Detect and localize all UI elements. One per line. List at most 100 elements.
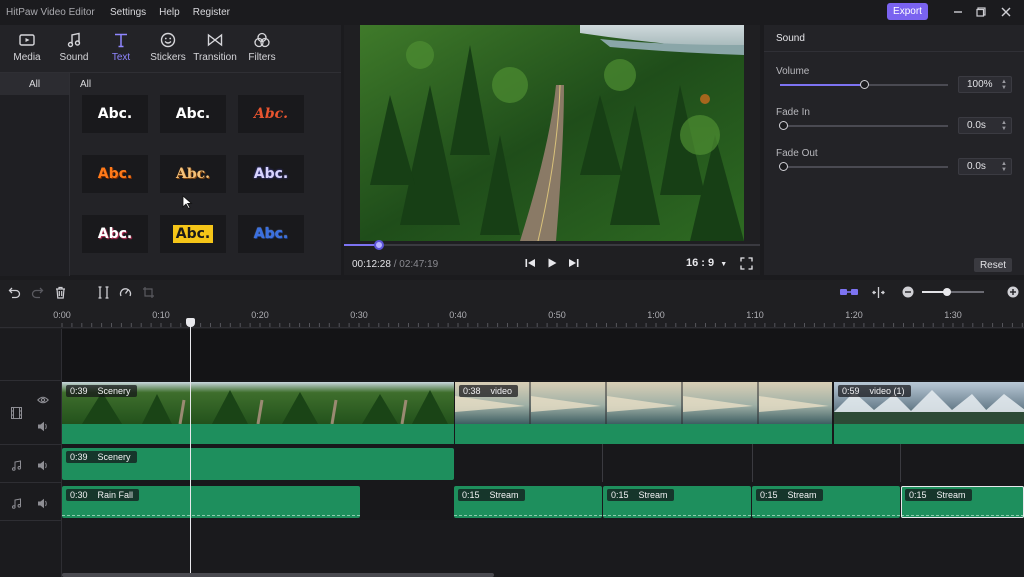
audio-clip[interactable]: 0:30 Rain Fall [62, 486, 360, 518]
tab-media[interactable]: Media [4, 25, 50, 63]
zoom-knob[interactable] [943, 288, 951, 296]
video-preview[interactable] [360, 25, 744, 241]
zoom-slider[interactable] [922, 288, 984, 296]
text-style-tile[interactable]: Abc. [238, 95, 304, 133]
next-frame-icon[interactable] [566, 255, 582, 271]
video-clip[interactable]: 0:38 video [454, 382, 832, 444]
audio-clip-selected[interactable]: 0:15 Stream [901, 486, 1024, 518]
text-style-tile[interactable]: Abc. [238, 215, 304, 253]
timeline-scrollbar[interactable] [62, 573, 494, 577]
text-style-tile[interactable]: Abc. [160, 155, 226, 193]
ruler-label: 0:20 [251, 310, 269, 320]
waveform [901, 512, 1024, 516]
tab-text-label: Text [111, 52, 131, 63]
music-note-icon [10, 459, 22, 471]
fade-in-slider[interactable] [779, 121, 948, 130]
split-icon[interactable] [95, 284, 111, 300]
tab-text[interactable]: Text [98, 25, 144, 63]
audio-track-2: 0:30 Rain Fall 0:15 Stream 0:15 Stream 0:15… [62, 482, 1024, 520]
speaker-icon[interactable] [37, 420, 49, 432]
audio-clip[interactable]: 0:39 Scenery [62, 448, 454, 480]
empty-track-bottom[interactable] [62, 520, 1024, 577]
playhead[interactable] [190, 320, 191, 577]
ruler-label: 1:20 [845, 310, 863, 320]
clip-tag: 0:39 Scenery [66, 451, 137, 463]
text-style-tile[interactable]: Abc. [160, 215, 226, 253]
eye-icon[interactable] [37, 394, 49, 406]
time-ruler[interactable]: 0:00 0:10 0:20 0:30 0:40 0:50 1:00 1:10 … [0, 308, 1024, 328]
sound-panel: Sound Volume 100% ▲ ▼ Fade In 0.0s ▲ ▼ Fad… [764, 25, 1024, 275]
undo-icon[interactable] [6, 284, 22, 300]
tab-media-label: Media [13, 52, 41, 63]
total-time: 02:47:19 [399, 259, 439, 270]
clip-duration: 0:38 [463, 386, 481, 396]
zoom-out-icon[interactable] [900, 284, 916, 300]
redo-icon[interactable] [29, 284, 45, 300]
clip-name: Rain Fall [97, 490, 134, 500]
delete-icon[interactable] [52, 284, 68, 300]
fade-out-knob[interactable] [779, 162, 788, 171]
stepper-icon[interactable]: ▲ ▼ [1001, 161, 1007, 173]
video-clip[interactable]: 0:39 Scenery [62, 382, 454, 444]
clip-duration: 0:15 [462, 490, 480, 500]
volume-knob[interactable] [860, 80, 869, 89]
audio-track-1: 0:39 Scenery [62, 444, 1024, 482]
tab-stickers[interactable]: Stickers [145, 25, 191, 63]
empty-track[interactable] [62, 329, 1024, 380]
fullscreen-icon[interactable] [738, 255, 754, 271]
text-style-tile[interactable]: Abc. [82, 95, 148, 133]
waveform [752, 512, 900, 516]
speed-icon[interactable] [117, 284, 133, 300]
maximize-icon[interactable] [973, 4, 989, 20]
tab-filters[interactable]: Filters [239, 25, 285, 63]
stepper-icon[interactable]: ▲ ▼ [1001, 79, 1007, 91]
menu-register[interactable]: Register [193, 7, 230, 18]
ruler-label: 1:10 [746, 310, 764, 320]
text-icon [115, 33, 127, 48]
tab-sound-label: Sound [59, 52, 89, 63]
divider [764, 51, 1024, 52]
tab-sound[interactable]: Sound [51, 25, 97, 63]
ruler-label: 1:00 [647, 310, 665, 320]
text-style-tile[interactable]: Abc. [82, 155, 148, 193]
audio-clip[interactable]: 0:15 Stream [603, 486, 751, 518]
fade-out-input[interactable]: 0.0s ▲ ▼ [958, 158, 1012, 175]
clip-name: Stream [936, 490, 966, 500]
clip-tag: 0:39 Scenery [66, 385, 137, 397]
play-icon[interactable] [544, 255, 560, 271]
minimize-icon[interactable] [950, 4, 966, 20]
chevron-down-icon: ▼ [720, 261, 728, 268]
fade-in-input[interactable]: 0.0s ▲ ▼ [958, 117, 1012, 134]
fade-in-knob[interactable] [779, 121, 788, 130]
fade-out-slider[interactable] [779, 162, 948, 171]
speaker-icon[interactable] [37, 497, 49, 509]
zoom-in-icon[interactable] [1005, 284, 1021, 300]
reset-button[interactable]: Reset [974, 258, 1012, 272]
text-style-tile[interactable]: Abc. [238, 155, 304, 193]
tab-transition[interactable]: Transition [192, 25, 238, 63]
preview-progress-bar[interactable] [344, 240, 760, 250]
stepper-icon[interactable]: ▲ ▼ [1001, 120, 1007, 132]
volume-slider[interactable] [780, 80, 948, 89]
close-icon[interactable] [998, 4, 1014, 20]
menu-help[interactable]: Help [159, 7, 180, 18]
audio-clip[interactable]: 0:15 Stream [454, 486, 602, 518]
snap-icon[interactable] [839, 284, 859, 300]
audio-clip[interactable]: 0:15 Stream [752, 486, 900, 518]
progress-knob[interactable] [374, 240, 385, 250]
text-style-tile[interactable]: Abc. [82, 215, 148, 253]
crop-icon[interactable] [140, 284, 156, 300]
sticker-icon [160, 32, 176, 48]
menu-settings[interactable]: Settings [110, 7, 146, 18]
export-button[interactable]: Export [887, 3, 928, 20]
text-style-tile[interactable]: Abc. [160, 95, 226, 133]
clip-duration: 0:15 [909, 490, 927, 500]
speaker-icon[interactable] [37, 459, 49, 471]
fit-timeline-icon[interactable] [870, 284, 886, 300]
video-clip[interactable]: 0:59 video (1) [833, 382, 1024, 444]
aspect-ratio-select[interactable]: 16 : 9 ▼ [686, 257, 727, 269]
previous-frame-icon[interactable] [522, 255, 538, 271]
volume-input[interactable]: 100% ▲ ▼ [958, 76, 1012, 93]
playhead-handle[interactable] [186, 318, 195, 327]
category-all[interactable]: All [0, 73, 69, 95]
